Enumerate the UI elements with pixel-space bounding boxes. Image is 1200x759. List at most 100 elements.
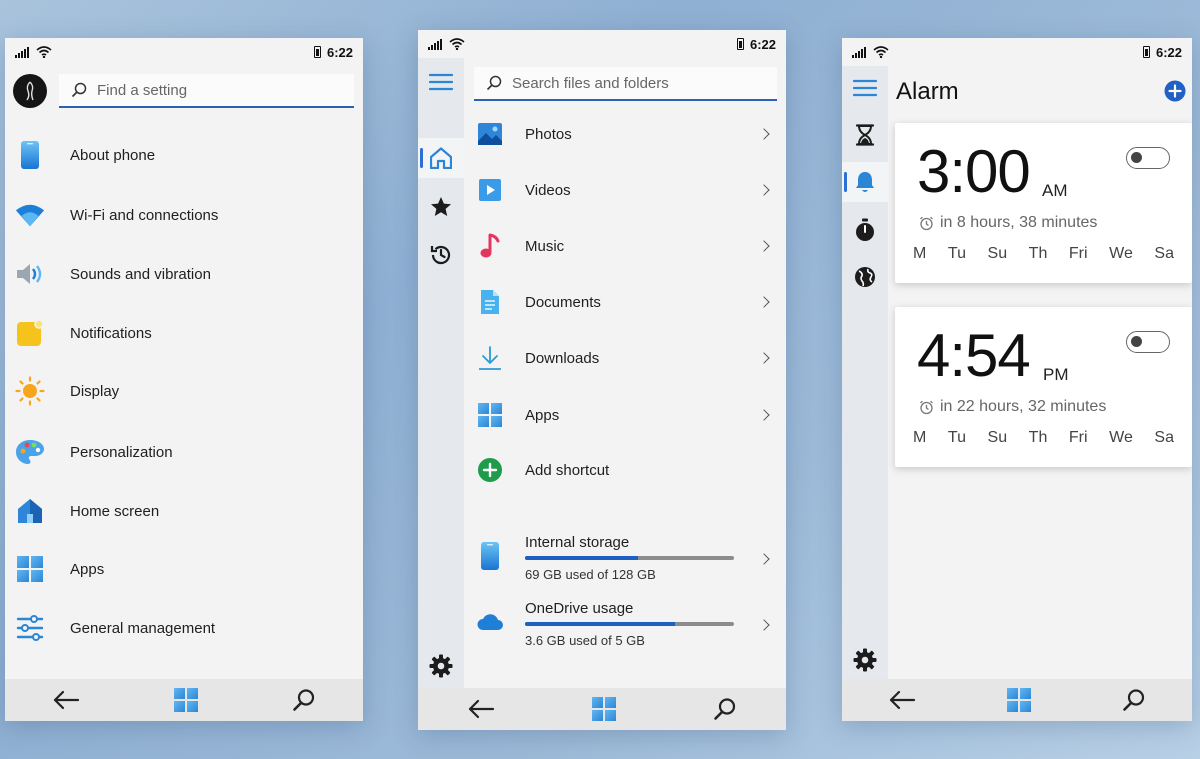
files-item-label: Music [525, 237, 565, 255]
alarm-clock-icon [920, 216, 933, 230]
alarm-day[interactable]: Sa [1154, 429, 1174, 447]
apps-icon [476, 401, 504, 429]
status-time: 6:22 [326, 44, 353, 60]
video-icon [476, 176, 504, 204]
settings-item-label: Sounds and vibration [70, 265, 211, 283]
chevron-right-icon [758, 352, 770, 364]
storage-name: Internal storage [525, 534, 630, 551]
rail-stopwatch[interactable] [842, 210, 888, 250]
rail-recent[interactable] [418, 235, 464, 275]
rail-timer[interactable] [842, 115, 888, 155]
alarm-day[interactable]: M [913, 245, 926, 263]
files-item-photos[interactable]: Photos [464, 109, 786, 159]
storage-progress-bar [525, 556, 734, 560]
storage-used-text: 69 GB used of 128 GB [525, 567, 656, 582]
avatar[interactable] [13, 74, 47, 108]
settings-item-apps[interactable]: Apps [5, 544, 363, 594]
settings-item-notifications[interactable]: Notifications [5, 308, 363, 358]
alarm-relative-text: in 8 hours, 38 minutes [940, 214, 1098, 231]
alarm-day[interactable]: M [913, 429, 926, 447]
settings-item-label: Notifications [70, 324, 152, 342]
menu-button[interactable] [418, 62, 464, 102]
storage-internal[interactable]: Internal storage 69 GB used of 128 GB [464, 534, 786, 592]
alarm-day[interactable]: Su [988, 245, 1008, 263]
storage-name: OneDrive usage [525, 600, 634, 617]
alarm-day[interactable]: Tu [948, 429, 966, 447]
alarm-day[interactable]: Fri [1069, 245, 1088, 263]
search-icon [486, 75, 502, 91]
alarm-day[interactable]: Su [988, 429, 1008, 447]
settings-item-display[interactable]: Display [5, 366, 363, 416]
rail-alarm[interactable] [842, 162, 888, 202]
files-item-label: Add shortcut [525, 461, 610, 479]
rail-settings[interactable] [418, 646, 464, 686]
alarm-day[interactable]: Th [1029, 429, 1048, 447]
settings-search-input[interactable]: Find a setting [59, 74, 354, 108]
music-icon [476, 232, 504, 260]
files-item-downloads[interactable]: Downloads [464, 333, 786, 383]
menu-button[interactable] [842, 68, 888, 108]
signal-icon [852, 46, 866, 58]
alarm-day[interactable]: We [1109, 429, 1133, 447]
alarm-ampm: PM [1043, 365, 1069, 384]
settings-item-about-phone[interactable]: About phone [5, 130, 363, 180]
settings-item-personalization[interactable]: Personalization [5, 427, 363, 477]
files-item-music[interactable]: Music [464, 221, 786, 271]
settings-item-wifi[interactable]: Wi-Fi and connections [5, 190, 363, 240]
search-icon[interactable] [713, 697, 737, 721]
back-icon[interactable] [888, 690, 916, 710]
chevron-right-icon [758, 296, 770, 308]
home-icon [15, 496, 45, 526]
page-title: Alarm [896, 78, 959, 105]
rail-settings[interactable] [842, 640, 888, 680]
chevron-right-icon [758, 240, 770, 252]
files-item-apps[interactable]: Apps [464, 390, 786, 440]
files-item-videos[interactable]: Videos [464, 165, 786, 215]
rail-favorites[interactable] [418, 187, 464, 227]
gear-icon [853, 648, 877, 672]
start-icon[interactable] [174, 688, 198, 712]
alarm-relative-time: in 22 hours, 32 minutes [919, 398, 1106, 416]
settings-search-placeholder: Find a setting [97, 81, 188, 99]
files-search-placeholder: Search files and folders [512, 74, 669, 92]
start-icon[interactable] [1006, 688, 1031, 712]
status-bar: 6:22 [418, 30, 786, 58]
back-icon[interactable] [52, 690, 80, 710]
bell-icon [856, 172, 874, 192]
settings-item-sounds[interactable]: Sounds and vibration [5, 249, 363, 299]
files-search-input[interactable]: Search files and folders [474, 67, 777, 101]
status-bar: 6:22 [5, 38, 363, 66]
alarm-day[interactable]: We [1109, 245, 1133, 263]
signal-icon [15, 46, 29, 58]
add-alarm-button[interactable] [1164, 80, 1186, 102]
storage-progress-fill [525, 556, 638, 560]
storage-progress-fill [525, 622, 676, 626]
chevron-right-icon [758, 409, 770, 421]
alarm-card[interactable]: 3:00 AM in 8 hours, 38 minutes M Tu Su T… [895, 123, 1192, 283]
search-icon[interactable] [292, 688, 316, 712]
alarm-card[interactable]: 4:54 PM in 22 hours, 32 minutes M Tu Su … [895, 307, 1192, 467]
back-icon[interactable] [467, 699, 495, 719]
alarm-time: 3:00 [917, 138, 1031, 205]
search-icon[interactable] [1122, 688, 1146, 712]
rail-home[interactable] [418, 138, 464, 178]
files-item-add-shortcut[interactable]: Add shortcut [464, 445, 786, 495]
alarm-toggle[interactable] [1126, 331, 1170, 353]
alarm-day[interactable]: Sa [1154, 245, 1174, 263]
alarm-toggle[interactable] [1126, 147, 1170, 169]
alarm-day[interactable]: Fri [1069, 429, 1088, 447]
start-icon[interactable] [591, 697, 616, 721]
home-icon [430, 147, 452, 169]
status-bar: 6:22 [842, 38, 1192, 66]
rail-world-clock[interactable] [842, 257, 888, 297]
alarm-day[interactable]: Tu [948, 245, 966, 263]
settings-item-general-management[interactable]: General management [5, 603, 363, 653]
settings-item-home-screen[interactable]: Home screen [5, 486, 363, 536]
storage-onedrive[interactable]: OneDrive usage 3.6 GB used of 5 GB [464, 600, 786, 658]
settings-item-label: Home screen [70, 502, 160, 520]
alarm-day[interactable]: Th [1029, 245, 1048, 263]
wifi-icon [15, 200, 45, 230]
bottom-nav [418, 688, 786, 730]
download-icon [476, 344, 504, 372]
files-item-documents[interactable]: Documents [464, 277, 786, 327]
